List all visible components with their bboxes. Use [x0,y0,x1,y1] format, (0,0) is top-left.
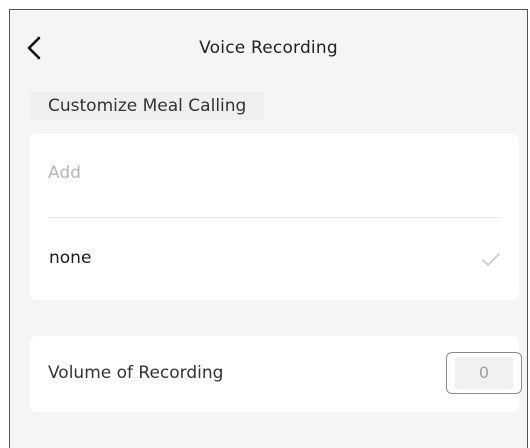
checkmark-icon [482,253,500,266]
volume-value: 0 [455,357,513,389]
section-title: Customize Meal Calling [30,92,265,120]
page-title: Voice Recording [199,38,338,58]
voice-recording-screen: Voice Recording Customize Meal Calling n… [9,9,528,448]
volume-value-field[interactable]: 0 [446,352,522,394]
volume-label: Volume of Recording [48,363,224,383]
add-meal-calling-input[interactable] [48,156,488,190]
meal-calling-card: none [30,134,519,300]
meal-calling-option-none[interactable]: none [30,218,519,300]
option-label: none [49,248,92,268]
header: Voice Recording [10,10,527,88]
volume-card: Volume of Recording 0 [30,336,522,412]
